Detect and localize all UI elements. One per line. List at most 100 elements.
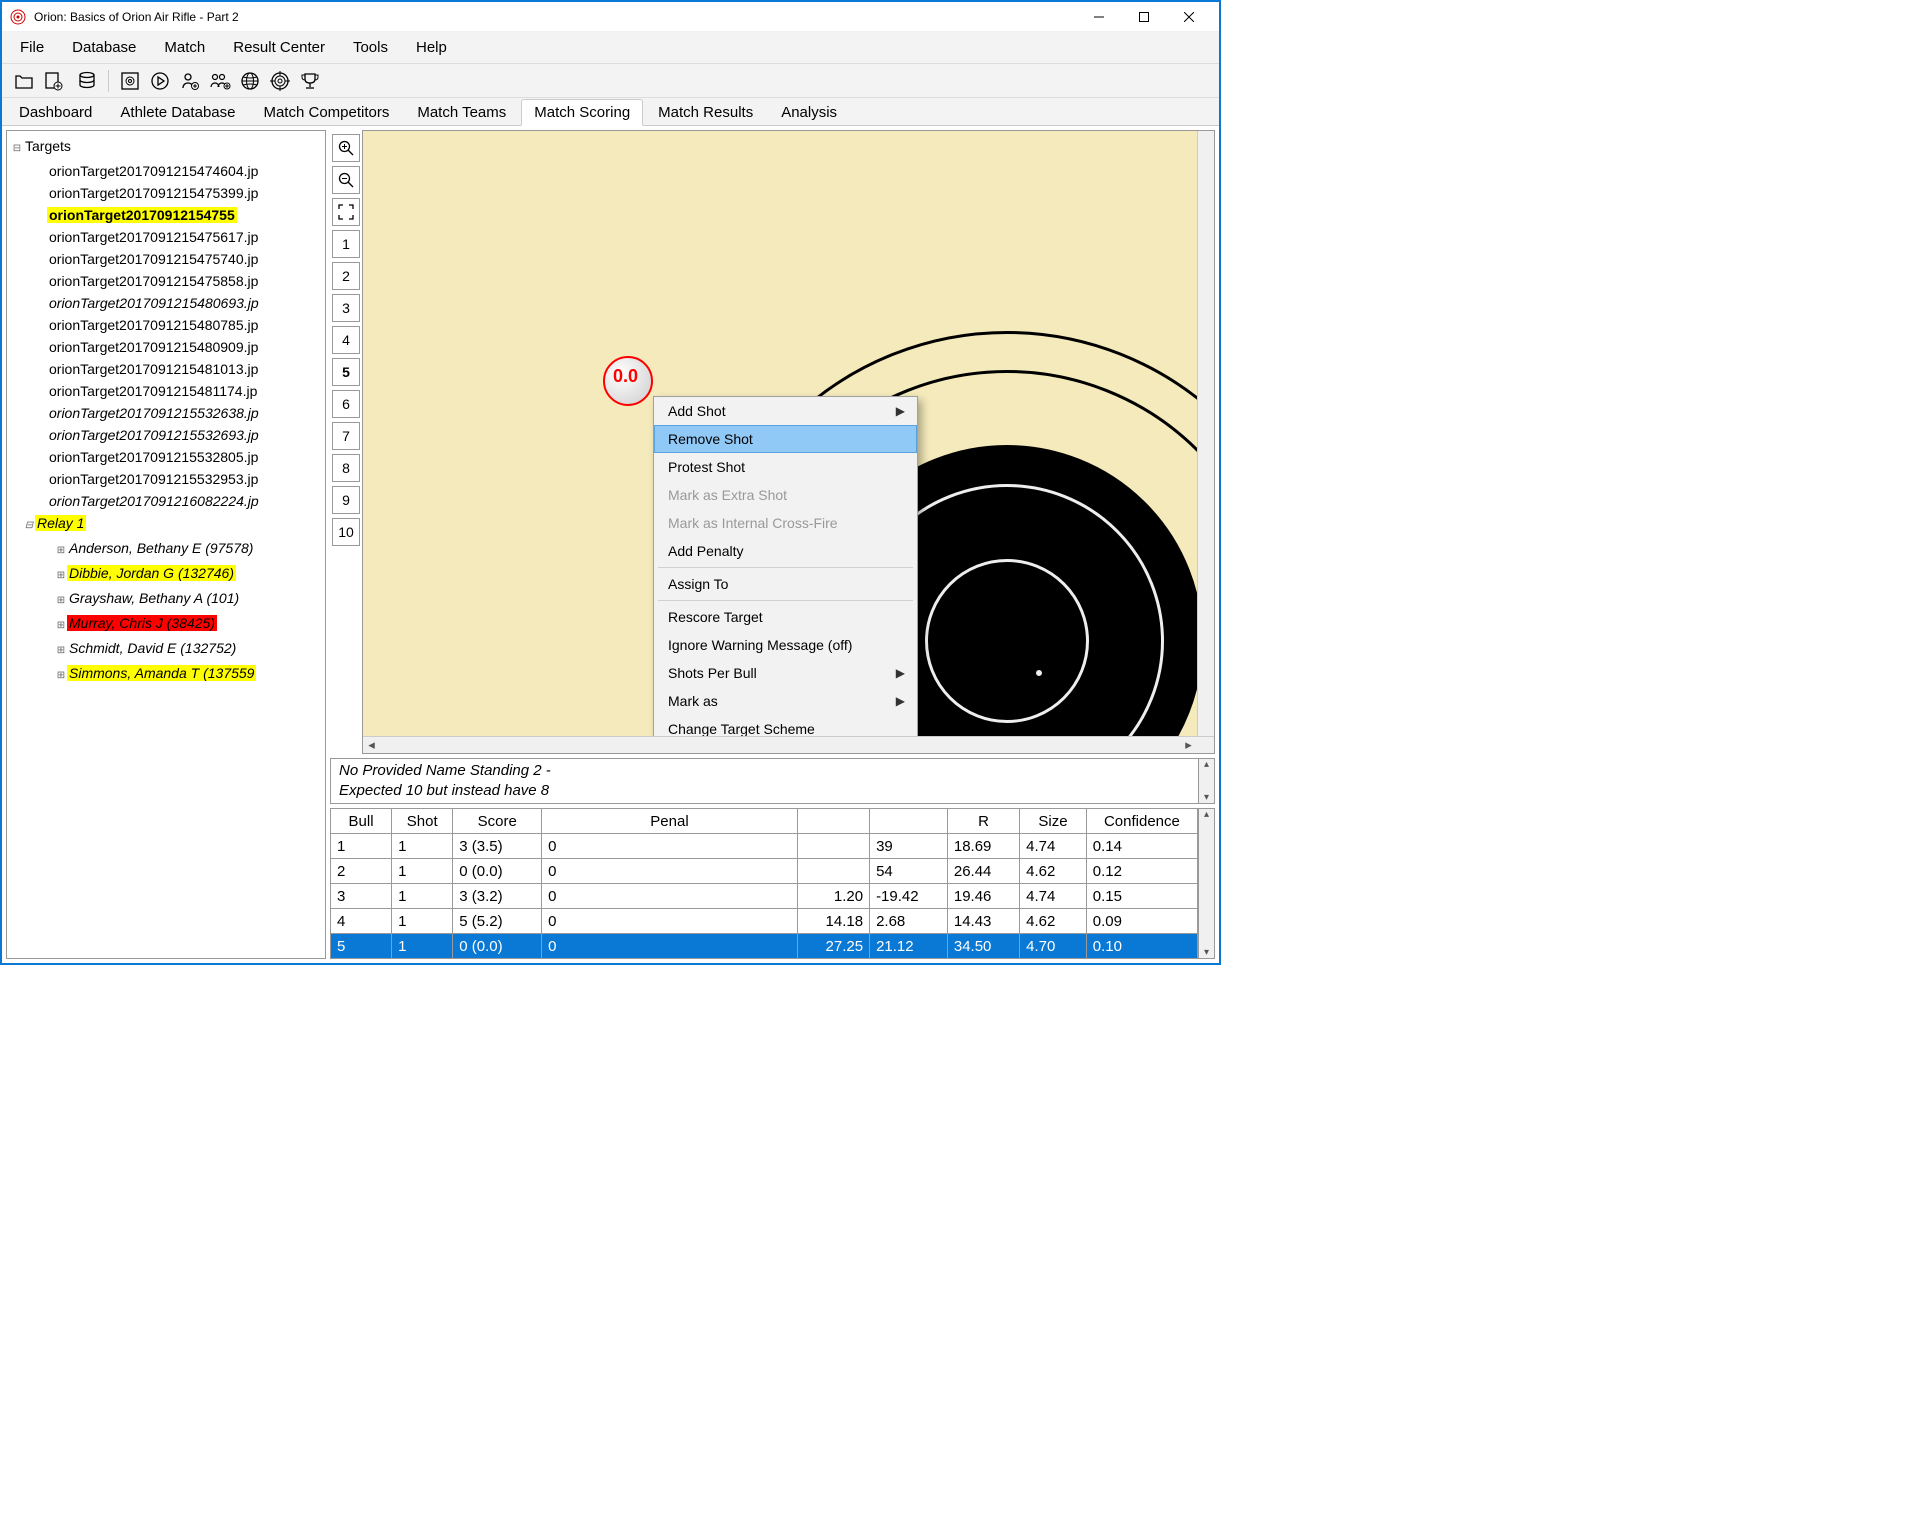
add-team-icon[interactable] (207, 68, 233, 94)
shot-col-5[interactable] (870, 809, 948, 834)
bull-button-10[interactable]: 10 (332, 518, 360, 546)
ctx-rescore-target[interactable]: Rescore Target (654, 603, 917, 631)
play-icon[interactable] (147, 68, 173, 94)
maximize-button[interactable] (1121, 2, 1166, 32)
tabbar: DashboardAthlete DatabaseMatch Competito… (2, 98, 1219, 126)
ctx-mark-as[interactable]: Mark as▶ (654, 687, 917, 715)
shot-col-7[interactable]: Size (1020, 809, 1087, 834)
ctx-shots-per-bull[interactable]: Shots Per Bull▶ (654, 659, 917, 687)
trophy-icon[interactable] (297, 68, 323, 94)
right-panel: 1 2 3 4 5 6 7 8 9 10 (330, 130, 1215, 959)
shot-col-2[interactable]: Score (453, 809, 542, 834)
shot-col-6[interactable]: R (947, 809, 1019, 834)
bull-button-8[interactable]: 8 (332, 454, 360, 482)
bull-button-2[interactable]: 2 (332, 262, 360, 290)
shot-col-3[interactable]: Penal (542, 809, 798, 834)
tree-target-item[interactable]: orionTarget2017091215475399.jp (11, 182, 321, 204)
tree-panel[interactable]: TargetsorionTarget2017091215474604.jpori… (6, 130, 326, 959)
tree-target-item[interactable]: orionTarget2017091215475858.jp (11, 270, 321, 292)
shot-table[interactable]: BullShotScorePenal RSizeConfidence113 (3.… (330, 808, 1198, 959)
target-icon[interactable] (267, 68, 293, 94)
bull-button-9[interactable]: 9 (332, 486, 360, 514)
bull-button-1[interactable]: 1 (332, 230, 360, 258)
tree-target-item[interactable]: orionTarget2017091215532638.jp (11, 402, 321, 424)
menu-help[interactable]: Help (402, 35, 461, 60)
tree-target-item[interactable]: orionTarget20170912154755 (11, 204, 321, 226)
ctx-assign-to[interactable]: Assign To (654, 570, 917, 598)
tree-target-item[interactable]: orionTarget2017091215475617.jp (11, 226, 321, 248)
menu-file[interactable]: File (6, 35, 58, 60)
tree-target-item[interactable]: orionTarget2017091215532805.jp (11, 446, 321, 468)
tree-target-item[interactable]: orionTarget2017091215480909.jp (11, 336, 321, 358)
shot-marker[interactable]: 0.0 (603, 356, 653, 406)
tree-athlete-item[interactable]: Anderson, Bethany E (97578) (31, 537, 321, 562)
tree-target-item[interactable]: orionTarget2017091215480785.jp (11, 314, 321, 336)
shot-row[interactable]: 313 (3.2)01.20-19.4219.464.740.15 (331, 884, 1198, 909)
new-file-icon[interactable] (40, 68, 66, 94)
ctx-add-penalty[interactable]: Add Penalty (654, 537, 917, 565)
canvas-vscroll[interactable] (1197, 131, 1214, 736)
tree-target-item[interactable]: orionTarget2017091215475740.jp (11, 248, 321, 270)
tab-athlete-database[interactable]: Athlete Database (107, 99, 248, 126)
menu-tools[interactable]: Tools (339, 35, 402, 60)
shot-col-8[interactable]: Confidence (1086, 809, 1197, 834)
table-vscroll[interactable]: ▴▾ (1198, 808, 1215, 959)
minimize-button[interactable] (1076, 2, 1121, 32)
info-vscroll[interactable]: ▴▾ (1198, 758, 1215, 804)
tree-target-item[interactable]: orionTarget2017091215532953.jp (11, 468, 321, 490)
tree-athlete-item[interactable]: Dibbie, Jordan G (132746) (31, 562, 321, 587)
bull-button-3[interactable]: 3 (332, 294, 360, 322)
tree-target-item[interactable]: orionTarget2017091215481174.jp (11, 380, 321, 402)
tree-relay[interactable]: Relay 1 (11, 512, 321, 537)
ctx-ignore-warning-message-off-[interactable]: Ignore Warning Message (off) (654, 631, 917, 659)
tree-athlete-item[interactable]: Schmidt, David E (132752) (31, 637, 321, 662)
tree-athlete-item[interactable]: Grayshaw, Bethany A (101) (31, 587, 321, 612)
context-menu: Add Shot▶Remove ShotProtest ShotMark as … (653, 396, 918, 736)
tab-analysis[interactable]: Analysis (768, 99, 850, 126)
shot-col-4[interactable] (797, 809, 869, 834)
bull-button-7[interactable]: 7 (332, 422, 360, 450)
canvas-hscroll[interactable]: ◂▸ (363, 736, 1214, 753)
ctx-remove-shot[interactable]: Remove Shot (654, 425, 917, 453)
zoom-in-button[interactable] (332, 134, 360, 162)
bull-button-4[interactable]: 4 (332, 326, 360, 354)
menu-database[interactable]: Database (58, 35, 150, 60)
tree-athlete-item[interactable]: Murray, Chris J (38425) (31, 612, 321, 637)
bull-button-5[interactable]: 5 (332, 358, 360, 386)
ctx-add-shot[interactable]: Add Shot▶ (654, 397, 917, 425)
shot-col-0[interactable]: Bull (331, 809, 392, 834)
ctx-change-target-scheme[interactable]: Change Target Scheme (654, 715, 917, 736)
tree-target-item[interactable]: orionTarget2017091216082224.jp (11, 490, 321, 512)
close-button[interactable] (1166, 2, 1211, 32)
tree-target-item[interactable]: orionTarget2017091215474604.jp (11, 160, 321, 182)
tab-match-scoring[interactable]: Match Scoring (521, 99, 643, 126)
app-icon (10, 9, 26, 25)
warning-info: No Provided Name Standing 2 - Expected 1… (330, 758, 1199, 804)
menu-match[interactable]: Match (150, 35, 219, 60)
tree-target-item[interactable]: orionTarget2017091215481013.jp (11, 358, 321, 380)
globe-icon[interactable] (237, 68, 263, 94)
folder-open-icon[interactable] (12, 68, 38, 94)
shot-row[interactable]: 510 (0.0)027.2521.1234.504.700.10 (331, 934, 1198, 959)
shot-row[interactable]: 210 (0.0)05426.444.620.12 (331, 859, 1198, 884)
tree-target-item[interactable]: orionTarget2017091215480693.jp (11, 292, 321, 314)
shot-row[interactable]: 113 (3.5)03918.694.740.14 (331, 834, 1198, 859)
add-person-icon[interactable] (177, 68, 203, 94)
target-canvas[interactable]: 0.0 Add Shot▶Remove ShotProtest ShotMark… (363, 131, 1197, 736)
bull-button-6[interactable]: 6 (332, 390, 360, 418)
fullscreen-button[interactable] (332, 198, 360, 226)
tab-dashboard[interactable]: Dashboard (6, 99, 105, 126)
database-icon[interactable] (74, 68, 100, 94)
tree-athlete-item[interactable]: Simmons, Amanda T (137559 (31, 662, 321, 687)
tree-target-item[interactable]: orionTarget2017091215532693.jp (11, 424, 321, 446)
tree-root[interactable]: Targets (23, 138, 73, 154)
tab-match-teams[interactable]: Match Teams (404, 99, 519, 126)
shot-row[interactable]: 415 (5.2)014.182.6814.434.620.09 (331, 909, 1198, 934)
tab-match-competitors[interactable]: Match Competitors (250, 99, 402, 126)
settings-icon[interactable] (117, 68, 143, 94)
shot-col-1[interactable]: Shot (392, 809, 453, 834)
zoom-out-button[interactable] (332, 166, 360, 194)
ctx-protest-shot[interactable]: Protest Shot (654, 453, 917, 481)
tab-match-results[interactable]: Match Results (645, 99, 766, 126)
menu-result-center[interactable]: Result Center (219, 35, 339, 60)
